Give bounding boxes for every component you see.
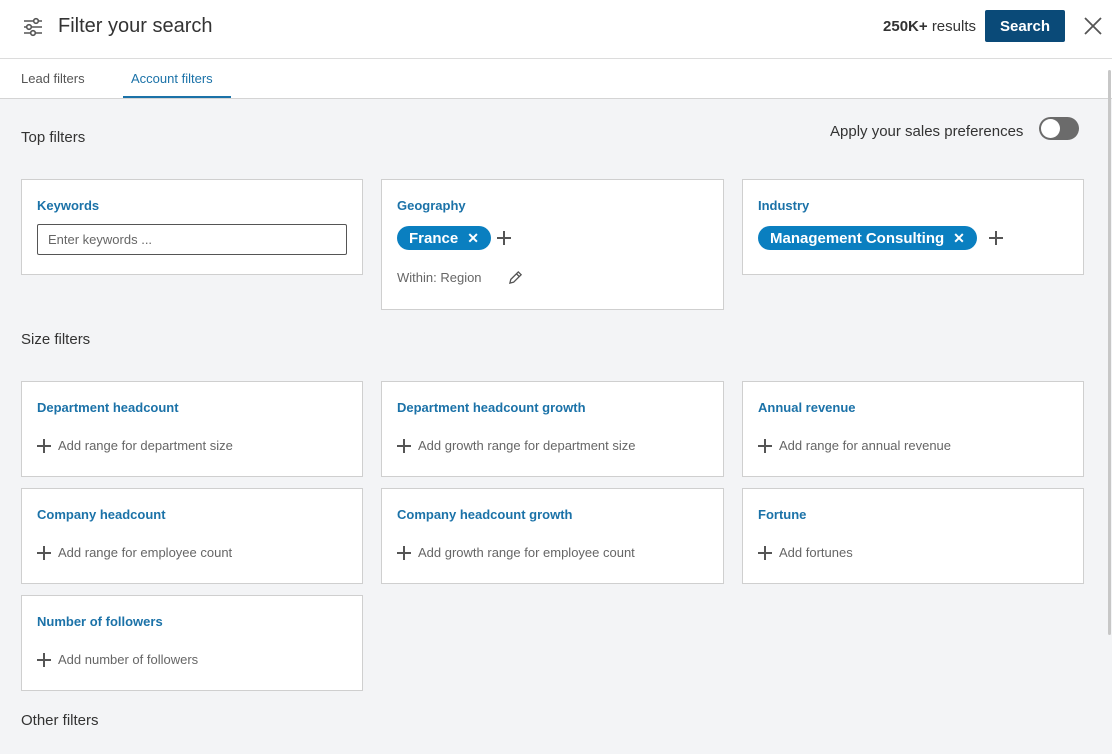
geography-title: Geography bbox=[397, 198, 466, 213]
plus-icon[interactable] bbox=[497, 231, 511, 245]
plus-icon[interactable] bbox=[989, 231, 1003, 245]
scrollbar[interactable] bbox=[1108, 70, 1111, 635]
add-range-label: Add range for annual revenue bbox=[779, 438, 952, 453]
add-range-label: Add number of followers bbox=[58, 652, 199, 667]
plus-icon bbox=[758, 438, 772, 453]
tab-lead-filters[interactable]: Lead filters bbox=[21, 71, 85, 86]
filter-title: Annual revenue bbox=[758, 400, 856, 415]
fortune-card[interactable]: Fortune Add fortunes bbox=[742, 488, 1084, 584]
filter-title: Department headcount growth bbox=[397, 400, 586, 415]
add-range-label: Add range for department size bbox=[58, 438, 233, 453]
geography-within: Within: Region bbox=[397, 270, 482, 285]
page-title: Filter your search bbox=[58, 15, 213, 37]
add-range-action[interactable]: Add range for annual revenue bbox=[758, 438, 951, 453]
results-number: 250K+ bbox=[883, 18, 928, 35]
plus-icon bbox=[37, 545, 51, 560]
geography-tag-label: France bbox=[409, 229, 459, 247]
add-range-action[interactable]: Add fortunes bbox=[758, 545, 853, 560]
close-icon[interactable] bbox=[1082, 15, 1104, 37]
toggle-knob bbox=[1041, 119, 1060, 138]
sales-preferences-toggle[interactable] bbox=[1039, 117, 1079, 140]
industry-tag[interactable]: Management Consulting ✕ bbox=[758, 226, 977, 250]
section-title-size-filters: Size filters bbox=[21, 331, 91, 348]
company-headcount-card[interactable]: Company headcount Add range for employee… bbox=[21, 488, 363, 584]
add-range-action[interactable]: Add growth range for department size bbox=[397, 438, 636, 453]
results-label: results bbox=[931, 18, 976, 35]
sales-preferences-label: Apply your sales preferences bbox=[830, 123, 1024, 140]
keywords-input[interactable] bbox=[37, 224, 347, 255]
filter-title: Number of followers bbox=[37, 614, 163, 629]
department-headcount-card[interactable]: Department headcount Add range for depar… bbox=[21, 381, 363, 477]
filter-tabs: Lead filters Account filters bbox=[0, 59, 1112, 99]
plus-icon bbox=[397, 545, 411, 560]
plus-icon bbox=[758, 545, 772, 560]
plus-icon bbox=[37, 652, 51, 667]
header: Filter your search 250K+ results Search bbox=[0, 0, 1112, 59]
x-icon[interactable]: ✕ bbox=[953, 230, 965, 247]
add-range-action[interactable]: Add range for department size bbox=[37, 438, 233, 453]
active-tab-indicator bbox=[123, 96, 231, 98]
keywords-card: Keywords bbox=[21, 179, 363, 275]
annual-revenue-card[interactable]: Annual revenue Add range for annual reve… bbox=[742, 381, 1084, 477]
geography-card: Geography France ✕ Within: Region bbox=[381, 179, 724, 310]
filter-title: Department headcount bbox=[37, 400, 179, 415]
results-count: 250K+ results bbox=[883, 18, 976, 35]
add-range-label: Add growth range for department size bbox=[418, 438, 636, 453]
company-headcount-growth-card[interactable]: Company headcount growth Add growth rang… bbox=[381, 488, 724, 584]
department-headcount-growth-card[interactable]: Department headcount growth Add growth r… bbox=[381, 381, 724, 477]
keywords-title: Keywords bbox=[37, 198, 100, 213]
industry-tag-label: Management Consulting bbox=[770, 229, 945, 247]
pencil-icon[interactable] bbox=[508, 270, 523, 285]
add-range-action[interactable]: Add number of followers bbox=[37, 652, 198, 667]
plus-icon bbox=[397, 438, 411, 453]
plus-icon bbox=[37, 438, 51, 453]
add-range-label: Add growth range for employee count bbox=[418, 545, 635, 560]
add-range-action[interactable]: Add growth range for employee count bbox=[397, 545, 635, 560]
filter-title: Fortune bbox=[758, 507, 807, 522]
section-title-other-filters: Other filters bbox=[21, 712, 99, 729]
add-range-action[interactable]: Add range for employee count bbox=[37, 545, 232, 560]
filter-title: Company headcount bbox=[37, 507, 166, 522]
industry-card: Industry Management Consulting ✕ bbox=[742, 179, 1084, 275]
section-title-top-filters: Top filters bbox=[21, 129, 86, 146]
search-button[interactable]: Search bbox=[985, 10, 1065, 42]
tab-account-filters[interactable]: Account filters bbox=[131, 71, 213, 86]
sliders-icon bbox=[24, 17, 42, 37]
industry-title: Industry bbox=[758, 198, 810, 213]
x-icon[interactable]: ✕ bbox=[467, 230, 479, 247]
number-of-followers-card[interactable]: Number of followers Add number of follow… bbox=[21, 595, 363, 691]
add-range-label: Add fortunes bbox=[779, 545, 853, 560]
filter-title: Company headcount growth bbox=[397, 507, 573, 522]
geography-tag[interactable]: France ✕ bbox=[397, 226, 491, 250]
add-range-label: Add range for employee count bbox=[58, 545, 233, 560]
